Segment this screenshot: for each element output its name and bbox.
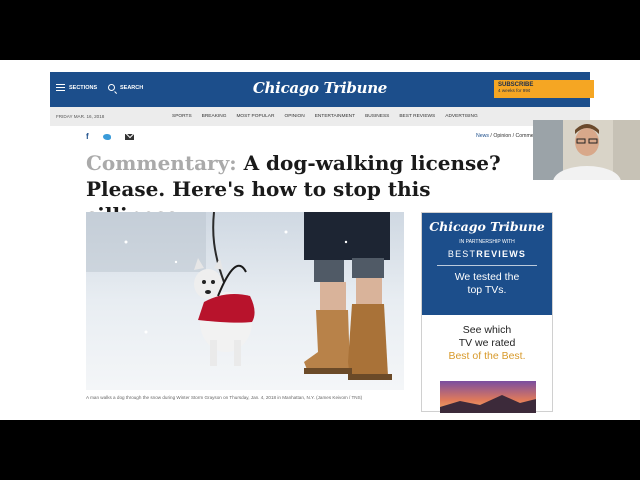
- bestreviews-ad[interactable]: Chicago Tribune IN PARTNERSHIP WITH BEST…: [421, 212, 553, 413]
- nav-link-breaking[interactable]: BREAKING: [202, 114, 227, 119]
- nav-link-advertising[interactable]: ADVERTISING: [445, 114, 477, 119]
- ad-divider: [437, 265, 537, 266]
- sunset-landscape-image: [440, 381, 536, 413]
- site-logo[interactable]: Chicago Tribune: [250, 79, 390, 97]
- bestreviews-logo: BESTREVIEWS: [422, 249, 552, 259]
- email-icon[interactable]: [124, 133, 134, 140]
- ad-tested-line-2: top TVs.: [467, 284, 507, 296]
- facebook-icon[interactable]: f: [86, 132, 89, 141]
- headline-line-1: A dog-walking license?: [243, 151, 501, 175]
- site-header: SECTIONS SEARCH Chicago Tribune SUBSCRIB…: [50, 72, 594, 107]
- nav-link-sports[interactable]: SPORTS: [172, 114, 192, 119]
- sections-label: SECTIONS: [69, 84, 98, 91]
- ad-tv-image: [440, 381, 536, 413]
- ad-tested-line-1: We tested the: [454, 271, 520, 283]
- ad-logo: Chicago Tribune: [429, 219, 545, 234]
- ad-body: See which TV we rated Best of the Best.: [422, 315, 552, 363]
- ad-see-line-2: TV we rated: [458, 337, 516, 349]
- search-label: SEARCH: [120, 84, 144, 91]
- nav-link-best-reviews[interactable]: BEST REVIEWS: [399, 114, 435, 119]
- share-bar: f: [86, 132, 134, 141]
- photo-caption: A man walks a dog through the snow durin…: [86, 395, 363, 400]
- breadcrumb-opinion[interactable]: Opinion: [493, 133, 511, 139]
- ad-partnership: IN PARTNERSHIP WITH: [459, 239, 515, 245]
- twitter-icon[interactable]: [102, 133, 111, 140]
- article-photo[interactable]: [86, 212, 404, 390]
- current-date: FRIDAY MAR. 16, 2018: [56, 114, 105, 119]
- ad-see-line-1: See which: [462, 324, 512, 336]
- bestreviews-reviews: REVIEWS: [476, 249, 527, 259]
- subscribe-button[interactable]: SUBSCRIBE 4 weeks for 99¢: [494, 80, 594, 98]
- presenter-video-image: [533, 120, 640, 180]
- nav-link-business[interactable]: BUSINESS: [365, 114, 389, 119]
- breadcrumb-news[interactable]: News: [476, 133, 489, 139]
- ad-header: Chicago Tribune IN PARTNERSHIP WITH BEST…: [422, 213, 552, 315]
- headline-kicker: Commentary:: [86, 151, 237, 175]
- bestreviews-best: BEST: [447, 249, 477, 259]
- hamburger-icon: [56, 84, 65, 91]
- nav-link-entertainment[interactable]: ENTERTAINMENT: [315, 114, 355, 119]
- browser-page: SECTIONS SEARCH Chicago Tribune SUBSCRIB…: [0, 60, 640, 420]
- search-icon: [108, 84, 115, 91]
- nav-link-opinion[interactable]: OPINION: [284, 114, 304, 119]
- dog-in-snow-image: [86, 212, 404, 390]
- nav-links: SPORTS BREAKING MOST POPULAR OPINION ENT…: [172, 114, 478, 119]
- subscribe-offer: 4 weeks for 99¢: [498, 88, 531, 93]
- ad-tested-text: We tested the top TVs.: [422, 271, 552, 297]
- ad-best-of-best: Best of the Best.: [448, 350, 526, 362]
- nav-bar: FRIDAY MAR. 16, 2018 SPORTS BREAKING MOS…: [50, 107, 590, 126]
- sections-button[interactable]: SECTIONS: [56, 84, 97, 91]
- search-button[interactable]: SEARCH: [108, 84, 143, 91]
- webcam-overlay: [533, 120, 640, 180]
- nav-link-most-popular[interactable]: MOST POPULAR: [236, 114, 274, 119]
